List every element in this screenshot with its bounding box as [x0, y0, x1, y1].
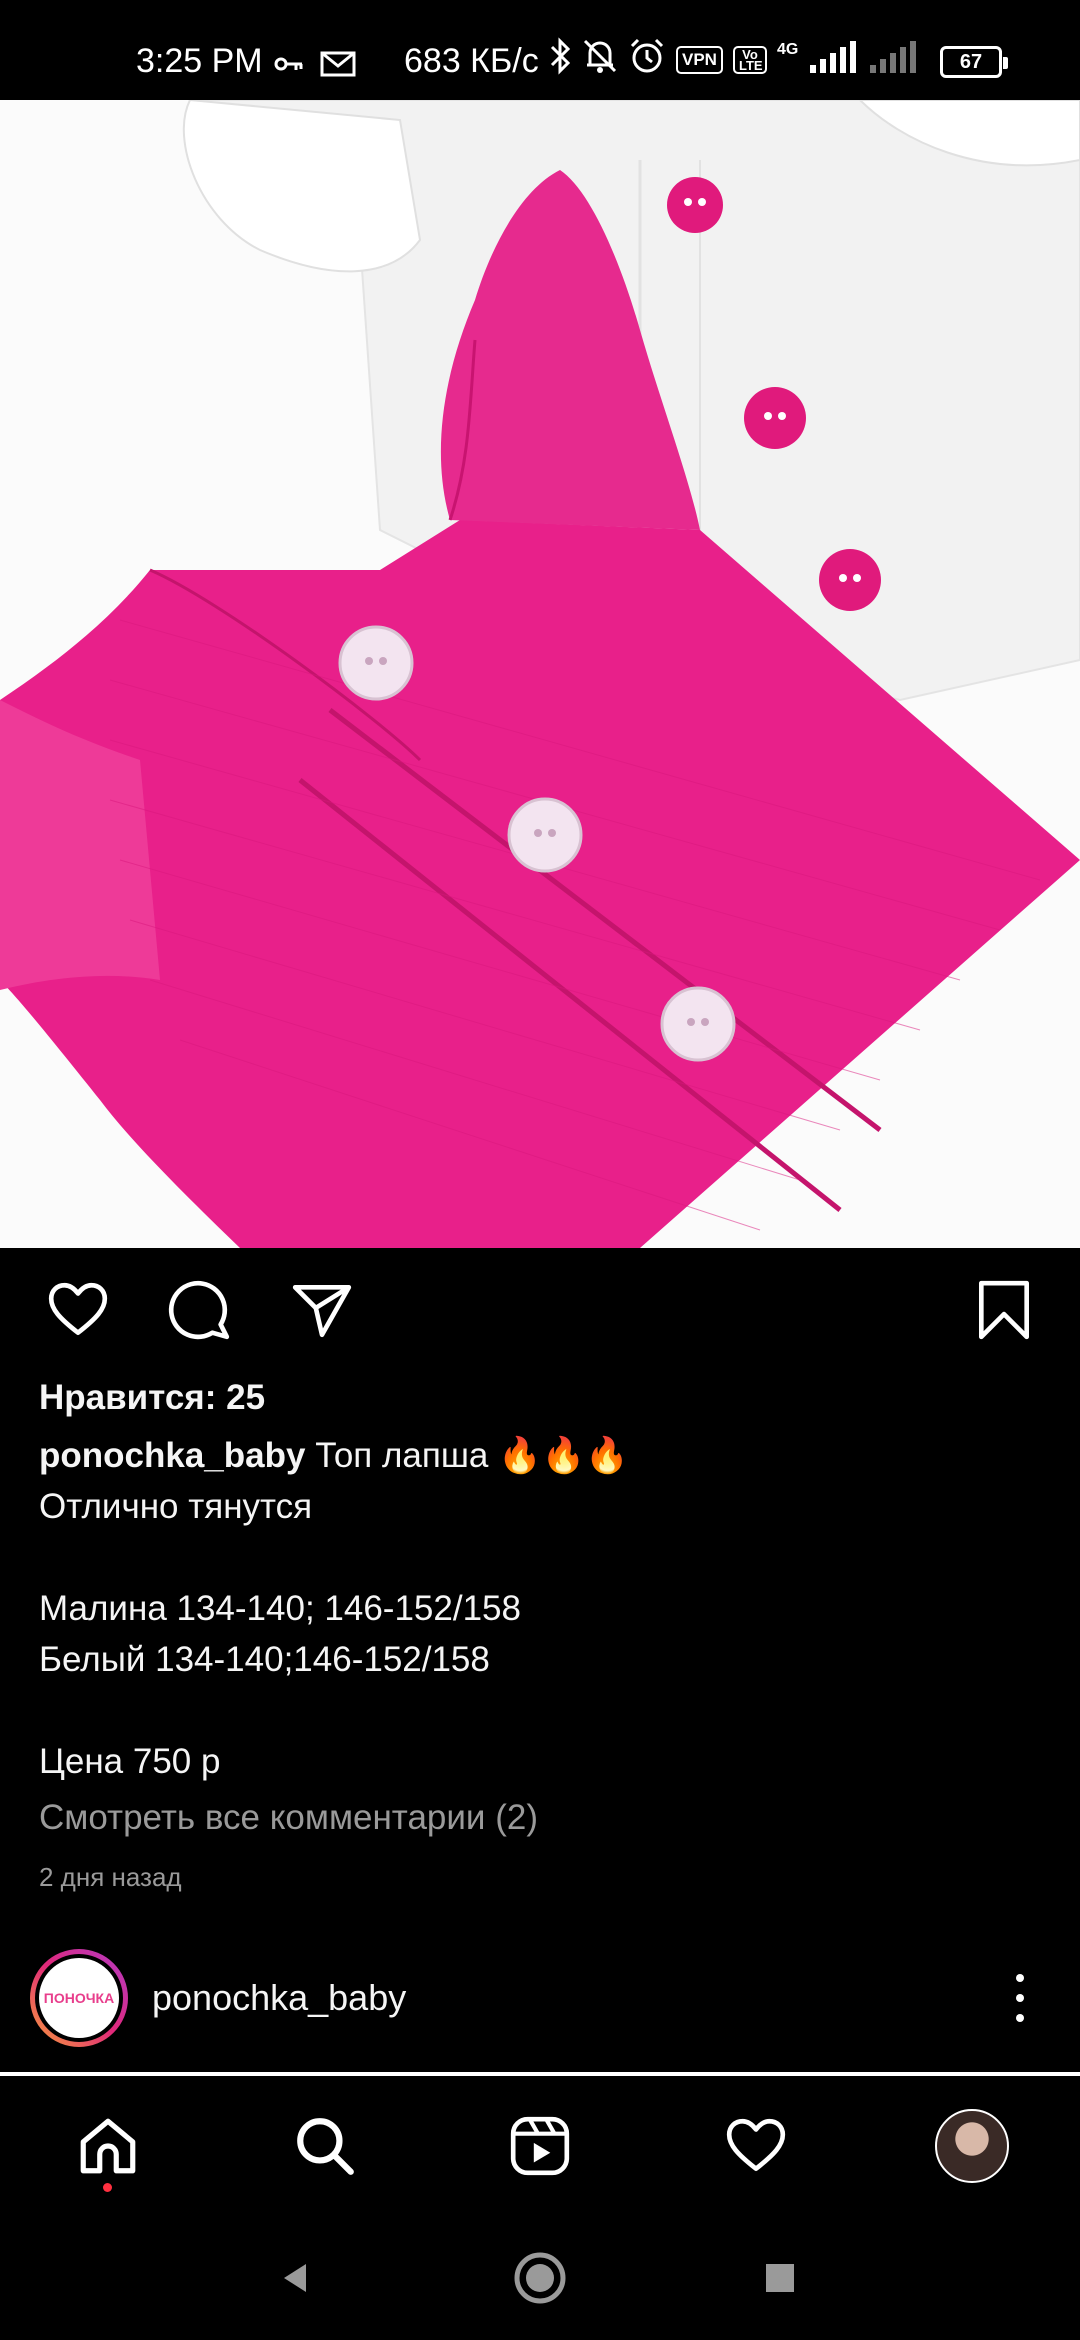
mute-bell-icon [582, 37, 618, 84]
square-icon [766, 2264, 794, 2292]
nav-reels[interactable] [502, 2108, 578, 2184]
key-icon [274, 46, 304, 85]
network-type: 4G [776, 41, 799, 58]
back-icon [284, 2264, 306, 2292]
system-navigation [0, 2216, 1080, 2340]
bookmark-icon [978, 1280, 1030, 1340]
view-comments-link[interactable]: Смотреть все комментарии (2) [39, 1798, 538, 1838]
volte-badge: Vo LTE [732, 46, 767, 74]
comment-icon [168, 1280, 230, 1340]
alarm-icon [628, 37, 666, 84]
nav-activity[interactable] [718, 2108, 794, 2184]
post-timestamp: 2 дня назад [39, 1862, 182, 1892]
avatar[interactable]: ПОНОЧКА [30, 1949, 128, 2047]
battery-icon: 67 [940, 46, 1008, 78]
mail-icon [320, 47, 356, 86]
nav-search[interactable] [287, 2108, 363, 2184]
home-icon [80, 2118, 136, 2174]
network-speed: 683 КБ/с [404, 42, 539, 80]
bottom-nav [0, 2076, 1080, 2216]
likes-count[interactable]: Нравится: 25 [39, 1378, 265, 1418]
reels-icon [510, 2116, 570, 2176]
heart-icon [48, 1282, 108, 1336]
bluetooth-icon [548, 36, 572, 84]
next-post-username[interactable]: ponochka_baby [152, 1977, 406, 2019]
caption-body: Отлично тянутся Малина 134-140; 146-152/… [39, 1487, 521, 1781]
next-post-header: ПОНОЧКА ponochka_baby [0, 1946, 1080, 2076]
more-vertical-icon[interactable] [1000, 1968, 1040, 2028]
notification-dot [103, 2183, 112, 2192]
like-button[interactable] [38, 1270, 118, 1350]
signal-icon-2 [868, 39, 918, 82]
post-image[interactable] [0, 100, 1080, 1248]
post-actions [0, 1270, 1080, 1350]
status-bar: 3:25 PM 683 КБ/с VPN Vo LTE 4G 67 [0, 0, 1080, 100]
home-system-button[interactable] [508, 2246, 572, 2310]
post-caption: ponochka_baby Топ лапша 🔥🔥🔥 Отлично тяну… [39, 1430, 1039, 1787]
send-icon [292, 1284, 352, 1338]
product-photo [0, 100, 1080, 1248]
vpn-badge: VPN [676, 46, 723, 74]
save-button[interactable] [964, 1270, 1044, 1350]
avatar-border: ПОНОЧКА [35, 1954, 123, 2042]
avatar-image: ПОНОЧКА [39, 1958, 119, 2038]
search-icon [297, 2118, 354, 2175]
caption-username[interactable]: ponochka_baby [39, 1436, 305, 1475]
signal-icon [808, 39, 858, 82]
heart-icon [726, 2118, 786, 2172]
share-button[interactable] [282, 1270, 362, 1350]
circle-home-icon [514, 2252, 566, 2304]
battery-level: 67 [959, 51, 983, 73]
caption-first-line: Топ лапша 🔥🔥🔥 [315, 1436, 629, 1475]
nav-home[interactable] [70, 2108, 146, 2184]
profile-avatar[interactable] [935, 2109, 1009, 2183]
recents-button[interactable] [748, 2246, 812, 2310]
comment-button[interactable] [160, 1270, 240, 1350]
status-time: 3:25 PM [136, 42, 263, 80]
status-icons: VPN Vo LTE 4G [548, 36, 918, 84]
back-button[interactable] [264, 2246, 328, 2310]
